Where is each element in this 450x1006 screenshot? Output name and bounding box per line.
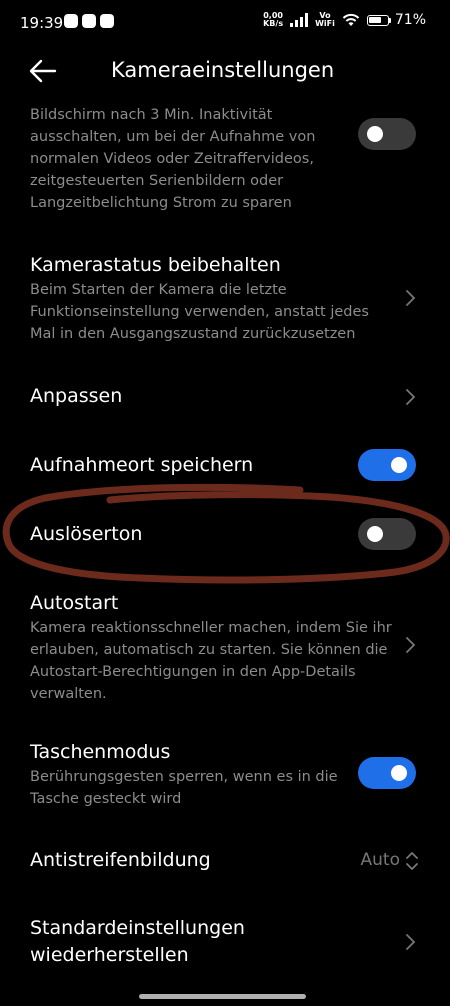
- chevron-right-icon: [406, 934, 416, 950]
- network-speed: 0,00 KB/s: [263, 12, 283, 28]
- battery-indicator: 71%: [366, 12, 426, 28]
- status-icons: 0,00 KB/s Vo WiFi 71%: [263, 12, 426, 29]
- vowifi-bottom-label: WiFi: [315, 19, 335, 28]
- setting-power-saving[interactable]: Bildschirm nach 3 Min. Inaktivität aussc…: [30, 104, 420, 214]
- network-speed-unit: KB/s: [263, 19, 284, 28]
- setting-description: Berührungsgesten sperren, wenn es in die…: [30, 769, 338, 807]
- chevron-right-icon: [406, 389, 416, 405]
- setting-description: Kamera reaktionsschneller machen, indem …: [30, 620, 392, 702]
- toggle-knob: [367, 126, 383, 142]
- status-bar: 19:39 0,00 KB/s Vo WiFi 71%: [0, 0, 450, 46]
- setting-description: Beim Starten der Kamera die letzte Funkt…: [30, 282, 369, 342]
- notification-icon: [64, 14, 78, 28]
- power-saving-toggle[interactable]: [358, 118, 416, 150]
- toggle-knob: [391, 457, 407, 473]
- save-location-toggle[interactable]: [358, 449, 416, 481]
- page-title: Kameraeinstellungen: [111, 58, 335, 82]
- setting-reset-defaults[interactable]: Standardeinstellungen wiederherstellen: [30, 915, 420, 969]
- battery-fill: [369, 17, 381, 23]
- setting-title: Autostart: [30, 592, 119, 614]
- battery-percent: 71%: [394, 12, 426, 28]
- setting-title: Taschenmodus: [30, 741, 171, 763]
- shutter-sound-toggle[interactable]: [358, 518, 416, 550]
- setting-keep-camera-state[interactable]: Kamerastatus beibehalten Beim Starten de…: [30, 252, 420, 345]
- setting-autostart[interactable]: Autostart Kamera reaktionsschneller mach…: [30, 590, 420, 705]
- setting-title: wiederherstellen: [30, 944, 189, 966]
- pocket-mode-toggle[interactable]: [358, 757, 416, 789]
- status-time: 19:39: [20, 14, 64, 32]
- chevron-up-down-icon: [406, 852, 418, 870]
- chevron-right-icon: [406, 290, 416, 306]
- wifi-icon: [342, 13, 360, 26]
- notification-icon: [82, 14, 96, 28]
- setting-customize[interactable]: Anpassen: [30, 383, 420, 410]
- signal-icon: [290, 13, 309, 27]
- setting-description: Bildschirm nach 3 Min. Inaktivität aussc…: [30, 107, 316, 211]
- setting-title: Standardeinstellungen: [30, 917, 245, 939]
- arrow-left-icon[interactable]: [28, 58, 58, 84]
- battery-icon: [366, 14, 389, 26]
- notification-icons: [64, 14, 114, 28]
- anti-banding-value[interactable]: Auto: [361, 850, 400, 870]
- toggle-knob: [391, 765, 407, 781]
- setting-title: Anpassen: [30, 385, 123, 407]
- vowifi-indicator: Vo WiFi: [315, 12, 335, 28]
- setting-title: Kamerastatus beibehalten: [30, 254, 281, 276]
- notification-icon: [100, 14, 114, 28]
- header: Kameraeinstellungen: [0, 52, 450, 92]
- toggle-knob: [367, 526, 383, 542]
- battery-tip: [388, 17, 391, 23]
- gesture-nav-handle[interactable]: [139, 994, 306, 999]
- chevron-right-icon: [406, 637, 416, 653]
